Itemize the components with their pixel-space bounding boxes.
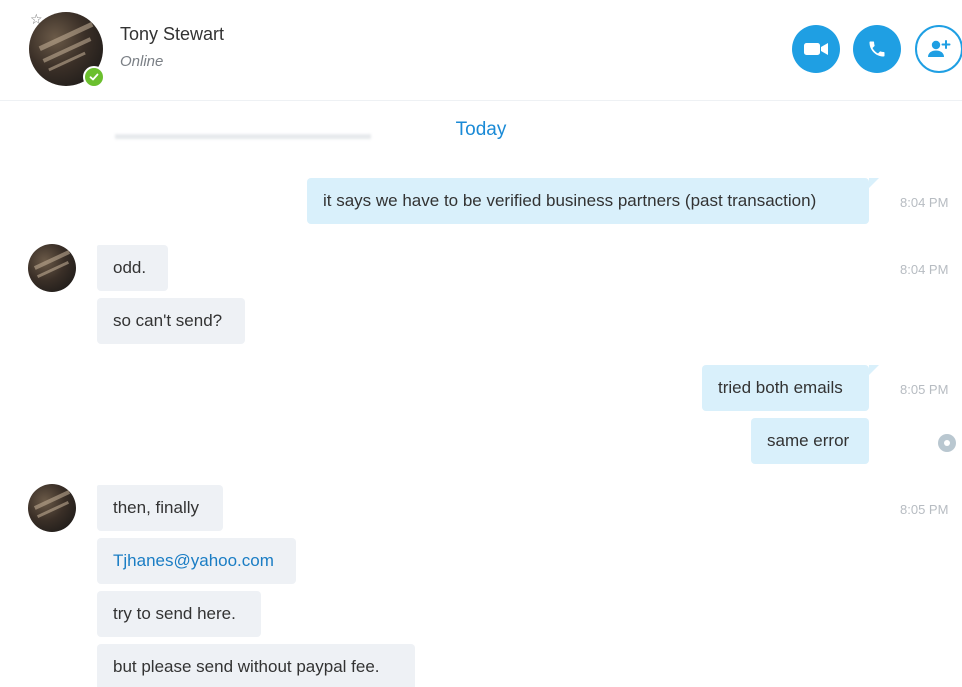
incoming-message[interactable]: try to send here. <box>97 591 261 637</box>
message-timestamp: 8:04 PM <box>900 195 949 210</box>
incoming-message[interactable]: so can't send? <box>97 298 245 344</box>
incoming-message[interactable]: odd. <box>97 245 168 291</box>
incoming-message[interactable]: then, finally <box>97 485 223 531</box>
online-status-icon <box>83 66 105 88</box>
video-camera-icon <box>804 43 828 55</box>
chat-header: ☆ Tony Stewart Online <box>0 0 962 101</box>
read-receipt-icon <box>938 434 956 452</box>
bubble-tail <box>869 178 879 188</box>
add-people-button[interactable] <box>915 25 962 73</box>
message-timestamp: 8:04 PM <box>900 262 949 277</box>
date-divider: Today <box>455 119 507 140</box>
bubble-tail <box>869 365 879 375</box>
chat-window: ☆ Tony Stewart Online ▬▬▬▬▬▬▬▬▬▬▬▬▬▬▬▬ T… <box>0 0 962 687</box>
outgoing-message[interactable]: same error <box>751 418 869 464</box>
outgoing-message[interactable]: tried both emails <box>702 365 869 411</box>
contact-name[interactable]: Tony Stewart <box>120 24 224 45</box>
message-timestamp: 8:05 PM <box>900 502 949 517</box>
add-person-icon <box>928 40 951 57</box>
message-timestamp: 8:05 PM <box>900 382 949 397</box>
audio-call-button[interactable] <box>853 25 901 73</box>
email-link-message[interactable]: Tjhanes@yahoo.com <box>97 538 296 584</box>
contact-avatar-small[interactable] <box>28 244 76 292</box>
incoming-message[interactable]: but please send without paypal fee. <box>97 644 415 687</box>
contact-status: Online <box>120 53 164 70</box>
favorite-star-icon[interactable]: ☆ <box>30 13 43 27</box>
video-call-button[interactable] <box>792 25 840 73</box>
phone-icon <box>869 41 885 57</box>
outgoing-message[interactable]: it says we have to be verified business … <box>307 178 869 224</box>
contact-avatar-small[interactable] <box>28 484 76 532</box>
